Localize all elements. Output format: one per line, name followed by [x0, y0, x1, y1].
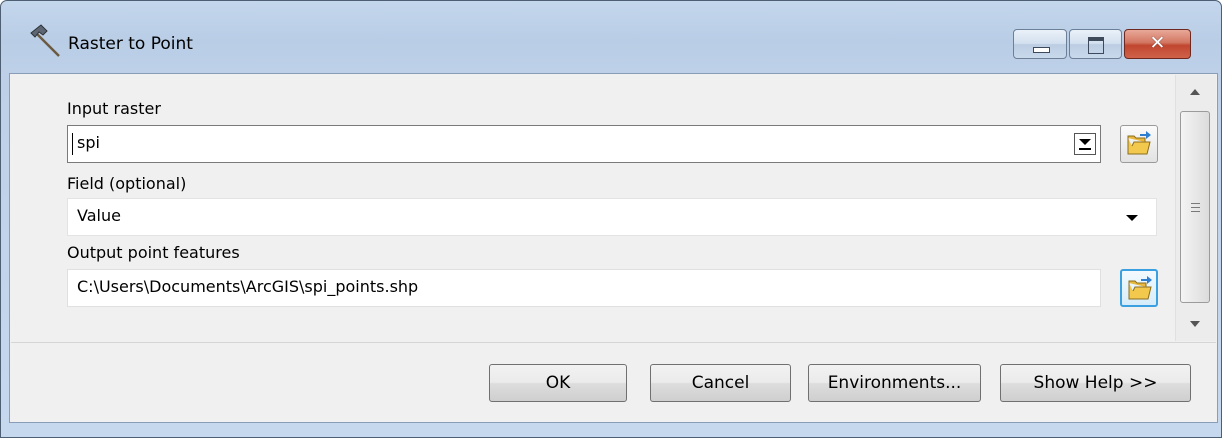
- output-point-features-browse-button[interactable]: [1120, 269, 1158, 307]
- close-button[interactable]: ✕: [1124, 29, 1191, 59]
- scroll-thumb[interactable]: [1180, 111, 1210, 303]
- cancel-button[interactable]: Cancel: [650, 364, 791, 402]
- output-point-features-field[interactable]: C:\Users\Documents\ArcGIS\spi_points.shp: [67, 269, 1101, 307]
- chevron-down-icon: [1126, 215, 1138, 221]
- input-raster-browse-button[interactable]: [1120, 125, 1158, 163]
- parameters-panel: Input raster spi Field (optional) Value: [11, 75, 1173, 342]
- chevron-down-icon: [1079, 139, 1091, 145]
- show-help-button[interactable]: Show Help >>: [1000, 364, 1191, 402]
- field-label: Field (optional): [67, 174, 187, 193]
- input-raster-combobox[interactable]: spi: [67, 125, 1101, 163]
- scroll-down-icon[interactable]: [1190, 321, 1200, 327]
- open-folder-icon: [1127, 131, 1151, 155]
- maximize-icon: [1088, 37, 1104, 54]
- environments-button[interactable]: Environments...: [808, 364, 981, 402]
- text-caret: [72, 133, 73, 155]
- output-point-features-value: C:\Users\Documents\ArcGIS\spi_points.shp: [77, 277, 419, 296]
- maximize-button[interactable]: [1069, 29, 1122, 59]
- open-folder-icon: [1128, 276, 1152, 300]
- divider: [11, 342, 1216, 343]
- dialog-body: Input raster spi Field (optional) Value: [9, 73, 1218, 423]
- input-raster-dropdown-button[interactable]: [1074, 133, 1096, 155]
- dialog-window: Raster to Point ✕ Input raster spi Field…: [0, 0, 1222, 438]
- output-point-features-label: Output point features: [67, 243, 240, 262]
- minimize-icon: [1033, 47, 1050, 53]
- ok-button[interactable]: OK: [489, 364, 627, 402]
- vertical-scrollbar[interactable]: [1175, 75, 1216, 341]
- hammer-icon: [29, 23, 65, 59]
- field-dropdown-button[interactable]: [1126, 214, 1138, 222]
- field-combobox[interactable]: Value: [67, 198, 1157, 236]
- window-title: Raster to Point: [68, 34, 193, 54]
- scroll-up-icon[interactable]: [1190, 89, 1200, 95]
- field-value: Value: [77, 206, 121, 225]
- close-icon: ✕: [1149, 32, 1166, 54]
- input-raster-value: spi: [77, 133, 100, 152]
- title-bar[interactable]: Raster to Point ✕: [1, 1, 1221, 71]
- minimize-button[interactable]: [1013, 29, 1067, 59]
- input-raster-label: Input raster: [67, 99, 161, 118]
